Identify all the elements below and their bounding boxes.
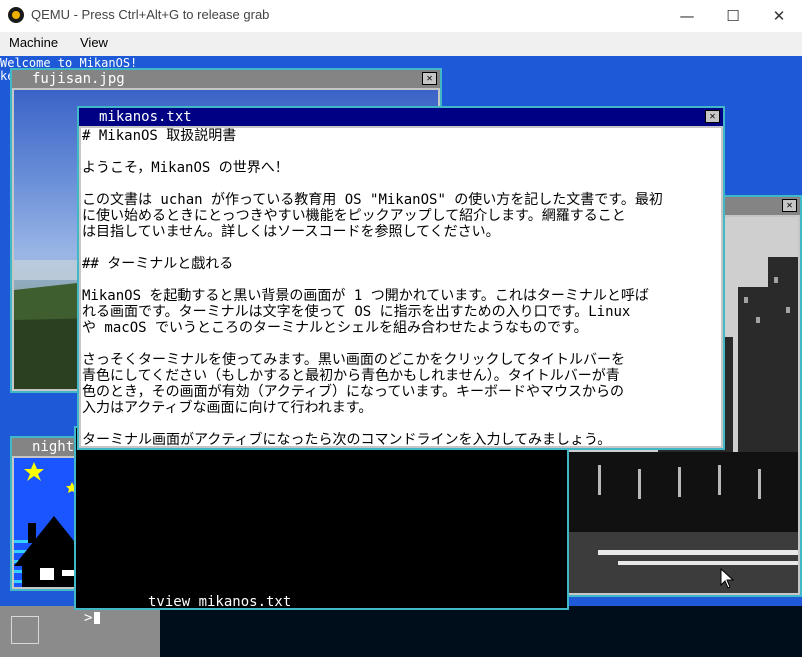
terminal-body[interactable]: tview mikanos.txt > xyxy=(78,448,565,626)
start-button[interactable] xyxy=(11,616,39,644)
text-line xyxy=(81,416,721,432)
text-line: ようこそ，MikanOS の世界へ！ xyxy=(82,160,289,176)
text-line: さっそくターミナルを使ってみます。黒い画面のどこかをクリックしてタイトルバーを xyxy=(82,352,626,368)
terminal-command: tview mikanos.txt xyxy=(148,594,292,610)
text-line: # MikanOS 取扱説明書 xyxy=(82,128,237,144)
mouse-cursor-icon xyxy=(720,568,735,589)
text-line xyxy=(81,240,721,256)
text-line xyxy=(81,144,721,160)
window-city-close-icon[interactable]: ✕ xyxy=(782,199,797,212)
text-line: や macOS でいうところのターミナルとシェルを組み合わせたようなものです。 xyxy=(82,320,588,336)
host-window-title: QEMU - Press Ctrl+Alt+G to release grab xyxy=(31,7,270,22)
menu-bar: Machine View xyxy=(0,32,802,56)
qemu-app-icon xyxy=(8,7,24,23)
window-mikanos[interactable]: mikanos.txt ✕ # MikanOS 取扱説明書ようこそ，MikanO… xyxy=(77,106,725,450)
text-line xyxy=(81,272,721,288)
text-line: に使い始めるときにとっつきやすい機能をピックアップして紹介します。網羅すること xyxy=(82,208,626,224)
terminal-cursor xyxy=(94,612,100,624)
menu-view[interactable]: View xyxy=(80,35,108,50)
text-line: ターミナル画面がアクティブになったら次のコマンドラインを入力してみましょう。 xyxy=(82,432,612,446)
text-line: 入力はアクティブな画面に向けて行われます。 xyxy=(82,400,373,416)
text-line: 青色にしてください（もしかすると最初から青色かもしれません）。タイトルバーが青 xyxy=(82,368,620,384)
window-terminal[interactable]: tview mikanos.txt > xyxy=(74,426,569,626)
close-button[interactable]: ✕ xyxy=(756,0,802,32)
window-mikanos-close-icon[interactable]: ✕ xyxy=(705,110,720,123)
guest-screen[interactable]: Welcome to MikanOS! ke fujisan.jpg ✕ nigh… xyxy=(0,56,802,657)
text-line: ## ターミナルと戯れる xyxy=(82,256,234,272)
text-line: MikanOS を起動すると黒い背景の画面が 1 つ開かれています。これはターミ… xyxy=(82,288,649,304)
menu-machine[interactable]: Machine xyxy=(9,35,58,50)
window-fujisan-titlebar[interactable]: fujisan.jpg xyxy=(12,70,440,88)
window-mikanos-titlebar[interactable]: mikanos.txt xyxy=(79,108,723,126)
window-fujisan-close-icon[interactable]: ✕ xyxy=(422,72,437,85)
window-title: mikanos.txt xyxy=(99,109,192,125)
text-line: は目指していません。詳しくはソースコードを参照してください。 xyxy=(82,224,500,240)
host-titlebar: QEMU - Press Ctrl+Alt+G to release grab … xyxy=(0,0,802,32)
text-line: れる画面です。ターミナルは文字を使って OS に指示を出すための入り口です。Li… xyxy=(82,304,631,320)
text-line xyxy=(81,176,721,192)
maximize-button[interactable]: ☐ xyxy=(710,0,756,32)
terminal-prompt: > xyxy=(84,610,93,626)
mikanos-text-content[interactable]: # MikanOS 取扱説明書ようこそ，MikanOS の世界へ！ この文書は u… xyxy=(81,128,721,446)
text-line: この文書は uchan が作っている教育用 OS "MikanOS" の使い方を… xyxy=(82,192,663,208)
text-line xyxy=(81,336,721,352)
text-line: 色のとき，その画面が有効（アクティブ）になっています。キーボードやマウスからの xyxy=(82,384,624,400)
minimize-button[interactable]: — xyxy=(664,0,710,32)
window-title: fujisan.jpg xyxy=(32,71,125,87)
